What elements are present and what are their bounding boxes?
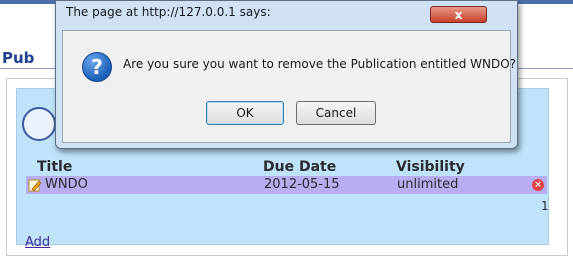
column-header-due-date: Due Date	[263, 159, 337, 175]
delete-icon[interactable]: ×	[532, 179, 544, 191]
column-header-visibility: Visibility	[396, 159, 465, 175]
table-header: Title Due Date Visibility	[37, 159, 537, 175]
table-row[interactable]: WNDO 2012-05-15 unlimited ×	[26, 176, 547, 194]
dialog-title: The page at http://127.0.0.1 says:	[66, 5, 271, 19]
edit-icon[interactable]	[28, 178, 42, 192]
question-icon: ?	[82, 52, 112, 82]
round-decoration-icon	[22, 107, 56, 141]
row-visibility: unlimited	[397, 177, 459, 192]
dialog-body: ? Are you sure you want to remove the Pu…	[62, 30, 516, 143]
row-due-date: 2012-05-15	[264, 177, 340, 192]
row-title: WNDO	[45, 177, 88, 192]
column-header-title: Title	[37, 159, 73, 175]
close-button[interactable]: x	[430, 6, 487, 23]
ok-button[interactable]: OK	[206, 101, 284, 125]
add-link[interactable]: Add	[25, 235, 50, 250]
confirm-dialog: The page at http://127.0.0.1 says: x ? A…	[55, 0, 518, 149]
page-number[interactable]: 1	[541, 199, 549, 213]
cancel-button[interactable]: Cancel	[296, 101, 376, 125]
dialog-message: Are you sure you want to remove the Publ…	[123, 57, 517, 71]
page-title: Pub	[2, 49, 35, 67]
